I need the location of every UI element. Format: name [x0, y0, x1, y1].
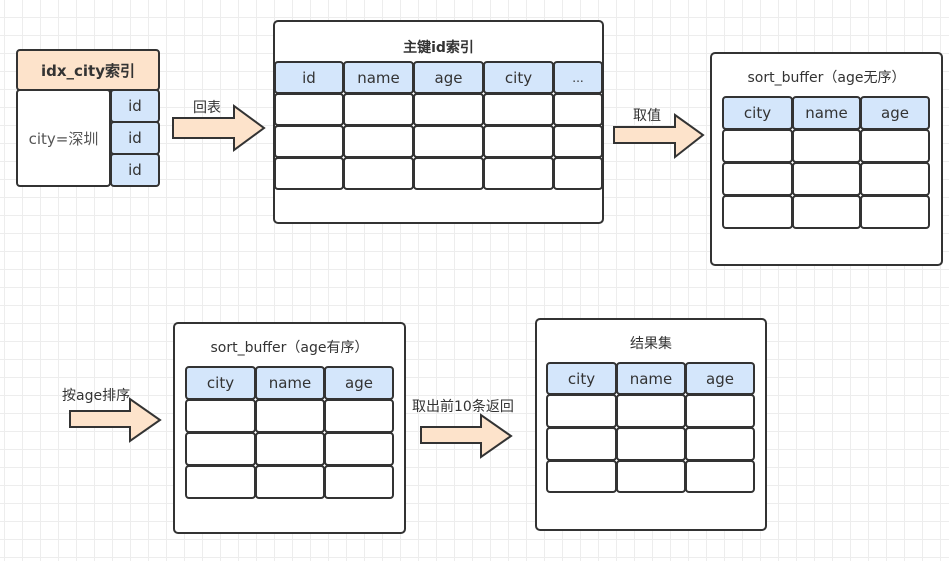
table-cell	[685, 460, 755, 493]
sort-buffer-sorted-title: sort_buffer（age有序）	[210, 340, 369, 356]
table-cell	[343, 93, 414, 126]
idx-city-id-cell: id	[110, 153, 160, 187]
table-cell	[185, 432, 256, 466]
table-cell	[685, 427, 755, 461]
right-arrow-icon	[172, 104, 266, 152]
table-cell	[483, 125, 554, 158]
result-set-title: 结果集	[630, 336, 672, 352]
table-cell	[553, 93, 603, 126]
column-header: city	[185, 366, 256, 400]
table-cell	[616, 394, 686, 428]
right-arrow-icon	[420, 413, 513, 459]
column-header: name	[343, 61, 414, 94]
table-cell	[413, 125, 484, 158]
table-cell	[324, 465, 394, 499]
column-header: name	[616, 362, 686, 395]
idx-city-title: idx_city索引	[16, 49, 160, 91]
column-header: name	[255, 366, 325, 400]
column-header: age	[860, 96, 930, 130]
table-cell	[546, 427, 617, 461]
table-cell	[616, 460, 686, 493]
table-cell	[860, 129, 930, 163]
right-arrow-icon	[613, 113, 705, 160]
table-cell	[792, 195, 861, 229]
column-header: ...	[553, 61, 603, 94]
table-cell	[553, 125, 603, 158]
table-cell	[792, 162, 861, 196]
table-cell	[722, 129, 793, 163]
table-cell	[274, 93, 344, 126]
column-header: city	[483, 61, 554, 94]
table-cell	[343, 125, 414, 158]
table-cell	[274, 125, 344, 158]
table-cell	[483, 93, 554, 126]
table-cell	[413, 93, 484, 126]
table-cell	[185, 465, 256, 499]
column-header: id	[274, 61, 344, 94]
table-cell	[546, 394, 617, 428]
primary-index-title: 主键id索引	[403, 40, 474, 56]
table-cell	[255, 465, 325, 499]
column-header: city	[722, 96, 793, 130]
table-cell	[792, 129, 861, 163]
sort-buffer-unsorted-title: sort_buffer（age无序）	[747, 70, 906, 86]
idx-city-key-cell: city=深圳	[16, 89, 111, 187]
table-cell	[255, 399, 325, 433]
table-cell	[255, 432, 325, 466]
table-cell	[185, 399, 256, 433]
idx-city-id-cell: id	[110, 121, 160, 155]
table-cell	[324, 432, 394, 466]
table-cell	[343, 157, 414, 190]
table-cell	[483, 157, 554, 190]
table-cell	[685, 394, 755, 428]
column-header: age	[685, 362, 755, 395]
table-cell	[722, 162, 793, 196]
table-cell	[722, 195, 793, 229]
column-header: age	[324, 366, 394, 400]
table-cell	[553, 157, 603, 190]
column-header: name	[792, 96, 861, 130]
table-cell	[274, 157, 344, 190]
table-cell	[616, 427, 686, 461]
table-cell	[413, 157, 484, 190]
right-arrow-icon	[69, 397, 162, 443]
table-cell	[546, 460, 617, 493]
column-header: city	[546, 362, 617, 395]
table-cell	[324, 399, 394, 433]
idx-city-id-cell: id	[110, 89, 160, 123]
table-cell	[860, 162, 930, 196]
column-header: age	[413, 61, 484, 94]
table-cell	[860, 195, 930, 229]
